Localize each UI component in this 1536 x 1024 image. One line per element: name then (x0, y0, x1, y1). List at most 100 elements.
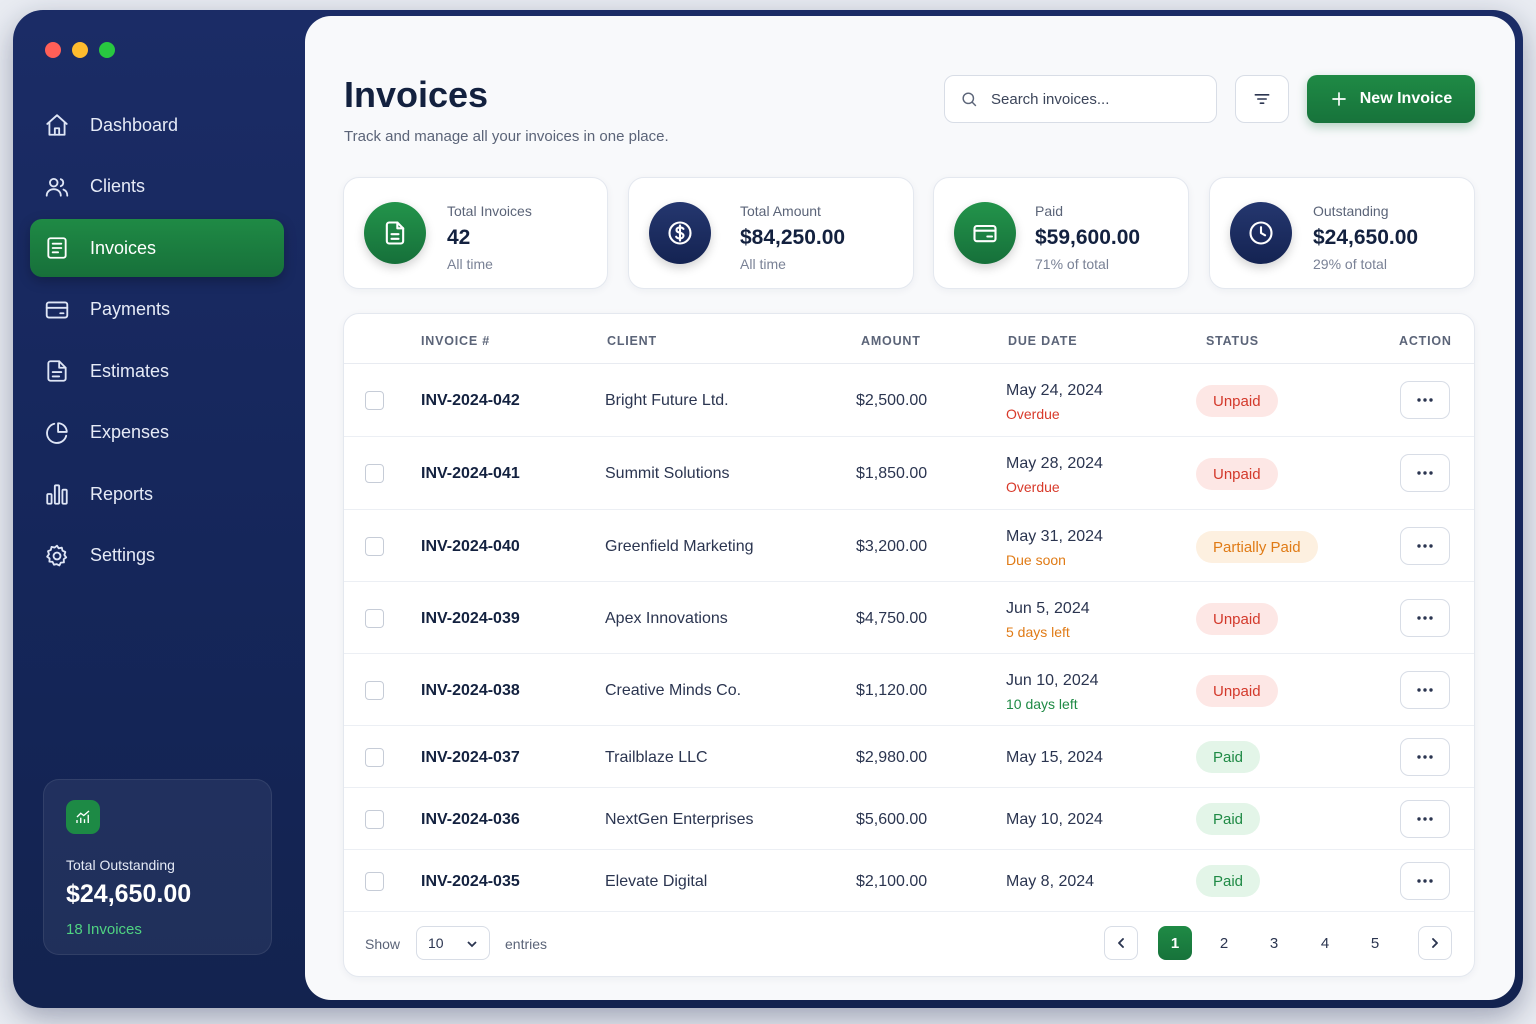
invoice-amount: $1,850.00 (856, 465, 928, 482)
column-header-status[interactable]: STATUS (1206, 334, 1259, 348)
row-actions-button[interactable] (1400, 862, 1450, 900)
client-name: Apex Innovations (605, 610, 728, 627)
more-icon (1417, 755, 1433, 759)
due-date-note: Overdue (1006, 479, 1060, 495)
table-row[interactable]: INV-2024-038 Creative Minds Co. $1,120.0… (344, 654, 1474, 726)
row-checkbox[interactable] (365, 810, 384, 829)
users-icon (44, 174, 70, 200)
status-badge: Paid (1196, 741, 1261, 773)
invoice-number[interactable]: INV-2024-035 (421, 873, 520, 891)
due-date-note: Due soon (1006, 552, 1066, 568)
row-checkbox[interactable] (365, 464, 384, 483)
invoice-number[interactable]: INV-2024-037 (421, 749, 520, 767)
search-icon (962, 91, 977, 106)
credit-card-icon (44, 297, 70, 323)
table-row[interactable]: INV-2024-039 Apex Innovations $4,750.00 … (344, 582, 1474, 654)
due-date-note: 10 days left (1006, 696, 1078, 712)
invoice-number[interactable]: INV-2024-040 (421, 538, 520, 556)
stat-sub: 71% of total (1035, 256, 1109, 272)
sidebar-item-estimates[interactable]: Estimates (30, 342, 284, 400)
status-badge: Unpaid (1196, 385, 1278, 417)
sidebar-item-label: Clients (90, 176, 146, 196)
table-row[interactable]: INV-2024-035 Elevate Digital $2,100.00 M… (344, 850, 1474, 912)
new-invoice-button[interactable]: New Invoice (1307, 75, 1475, 123)
stat-label: Paid (1035, 203, 1064, 219)
next-page-button[interactable] (1418, 926, 1452, 960)
page-button-3[interactable]: 3 (1257, 926, 1291, 960)
due-date-value: Jun 5, 2024 (1006, 600, 1090, 617)
page-button-2[interactable]: 2 (1207, 926, 1241, 960)
table-row[interactable]: INV-2024-041 Summit Solutions $1,850.00 … (344, 437, 1474, 510)
row-actions-button[interactable] (1400, 454, 1450, 492)
due-date-value: May 31, 2024 (1006, 528, 1103, 545)
status-badge: Unpaid (1196, 675, 1278, 707)
search-input[interactable] (991, 90, 1191, 108)
invoice-number[interactable]: INV-2024-036 (421, 811, 520, 829)
entries-select[interactable]: 10 (416, 926, 490, 960)
row-actions-button[interactable] (1400, 381, 1450, 419)
due-date-value: May 15, 2024 (1006, 749, 1103, 766)
sidebar: Dashboard Clients Invoices Payments Esti… (13, 10, 305, 1008)
sidebar-item-clients[interactable]: Clients (30, 158, 284, 216)
sidebar-item-reports[interactable]: Reports (30, 465, 284, 523)
table-row[interactable]: INV-2024-037 Trailblaze LLC $2,980.00 Ma… (344, 726, 1474, 788)
column-header-client[interactable]: CLIENT (607, 334, 657, 348)
row-checkbox[interactable] (365, 391, 384, 410)
row-actions-button[interactable] (1400, 527, 1450, 565)
sidebar-item-label: Dashboard (90, 114, 179, 135)
row-actions-button[interactable] (1400, 671, 1450, 709)
row-checkbox[interactable] (365, 609, 384, 628)
row-actions-button[interactable] (1400, 800, 1450, 838)
invoice-number[interactable]: INV-2024-042 (421, 392, 520, 410)
row-actions-button[interactable] (1400, 599, 1450, 637)
table-row[interactable]: INV-2024-036 NextGen Enterprises $5,600.… (344, 788, 1474, 850)
entries-select-value: 10 (428, 935, 444, 951)
pie-chart-icon (44, 420, 70, 446)
sidebar-item-payments[interactable]: Payments (30, 281, 284, 339)
invoice-amount: $2,500.00 (856, 392, 928, 409)
more-icon (1417, 817, 1433, 821)
invoice-number[interactable]: INV-2024-039 (421, 610, 520, 628)
invoice-amount: $2,100.00 (856, 873, 928, 890)
sidebar-item-expenses[interactable]: Expenses (30, 404, 284, 462)
sidebar-item-label: Payments (90, 299, 171, 319)
summary-invoice-count: 18 Invoices (66, 921, 142, 938)
new-invoice-label: New Invoice (1359, 90, 1453, 107)
row-checkbox[interactable] (365, 681, 384, 700)
page-button-5[interactable]: 5 (1358, 926, 1392, 960)
invoice-amount: $2,980.00 (856, 749, 928, 766)
gear-icon (44, 543, 70, 569)
chart-up-icon (66, 800, 100, 834)
search-box[interactable] (944, 75, 1217, 123)
column-header-due-date[interactable]: DUE DATE (1008, 334, 1077, 348)
invoice-amount: $3,200.00 (856, 538, 928, 555)
column-header-action: ACTION (1399, 334, 1452, 348)
table-row[interactable]: INV-2024-040 Greenfield Marketing $3,200… (344, 510, 1474, 582)
sidebar-item-dashboard[interactable]: Dashboard (30, 96, 284, 154)
sidebar-item-invoices[interactable]: Invoices (30, 219, 284, 277)
sidebar-item-label: Reports (90, 483, 154, 504)
sidebar-item-settings[interactable]: Settings (30, 527, 284, 585)
stat-value: $59,600.00 (1035, 226, 1141, 249)
status-badge: Partially Paid (1196, 531, 1318, 563)
sidebar-item-label: Expenses (90, 422, 170, 442)
invoice-number[interactable]: INV-2024-041 (421, 465, 520, 483)
stat-label: Outstanding (1313, 203, 1389, 219)
column-header-invoice[interactable]: INVOICE # (421, 334, 490, 348)
status-badge: Unpaid (1196, 603, 1278, 635)
stat-label: Total Amount (740, 203, 821, 219)
invoice-number[interactable]: INV-2024-038 (421, 682, 520, 700)
row-checkbox[interactable] (365, 748, 384, 767)
row-checkbox[interactable] (365, 872, 384, 891)
home-icon (44, 112, 70, 138)
previous-page-button[interactable] (1104, 926, 1138, 960)
page-button-4[interactable]: 4 (1308, 926, 1342, 960)
filter-button[interactable] (1235, 75, 1289, 123)
row-actions-button[interactable] (1400, 738, 1450, 776)
column-header-amount[interactable]: AMOUNT (861, 334, 921, 348)
page-button-1[interactable]: 1 (1158, 926, 1192, 960)
row-checkbox[interactable] (365, 537, 384, 556)
table-row[interactable]: INV-2024-042 Bright Future Ltd. $2,500.0… (344, 364, 1474, 437)
chevron-down-icon (467, 941, 477, 948)
due-date: May 28, 2024 Overdue (1006, 455, 1103, 495)
